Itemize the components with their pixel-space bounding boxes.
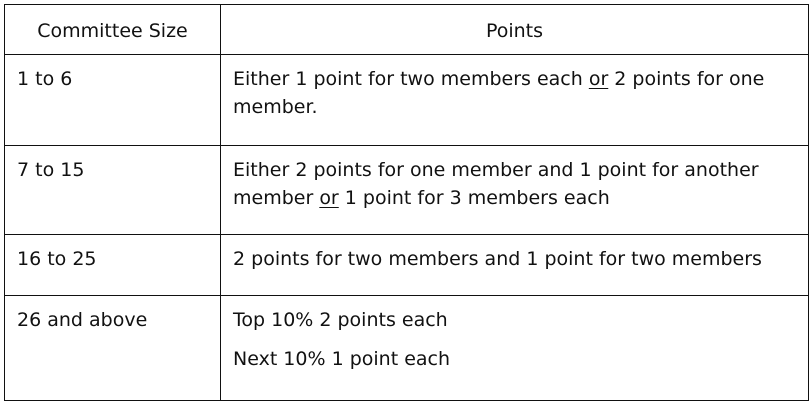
points-table-container: Committee Size Points 1 to 6 Either 1 po… — [4, 4, 809, 401]
or-emphasis: or — [588, 68, 609, 90]
points-line: Top 10% 2 points each — [233, 309, 448, 331]
header-points: Points — [220, 4, 809, 55]
header-committee-size: Committee Size — [4, 4, 221, 55]
or-emphasis: or — [319, 187, 339, 209]
points-text: Either 1 point for two members each — [233, 68, 589, 90]
committee-points-table: Committee Size Points 1 to 6 Either 1 po… — [4, 4, 809, 401]
committee-size-cell: 26 and above — [4, 295, 221, 401]
points-cell: Either 1 point for two members each or 2… — [220, 54, 809, 146]
points-cell: Either 2 points for one member and 1 poi… — [220, 145, 809, 235]
table-row: 26 and above Top 10% 2 points each Next … — [4, 295, 809, 401]
header-row: Committee Size Points — [4, 4, 809, 55]
points-cell: 2 points for two members and 1 point for… — [220, 234, 809, 296]
points-cell: Top 10% 2 points each Next 10% 1 point e… — [220, 295, 809, 401]
points-line: Next 10% 1 point each — [233, 348, 451, 370]
table-row: 1 to 6 Either 1 point for two members ea… — [4, 54, 809, 146]
table-row: 16 to 25 2 points for two members and 1 … — [4, 234, 809, 296]
table-row: 7 to 15 Either 2 points for one member a… — [4, 145, 809, 235]
committee-size-cell: 1 to 6 — [4, 54, 221, 146]
committee-size-cell: 7 to 15 — [4, 145, 221, 235]
points-text: 1 point for 3 members each — [338, 187, 610, 209]
committee-size-cell: 16 to 25 — [4, 234, 221, 296]
